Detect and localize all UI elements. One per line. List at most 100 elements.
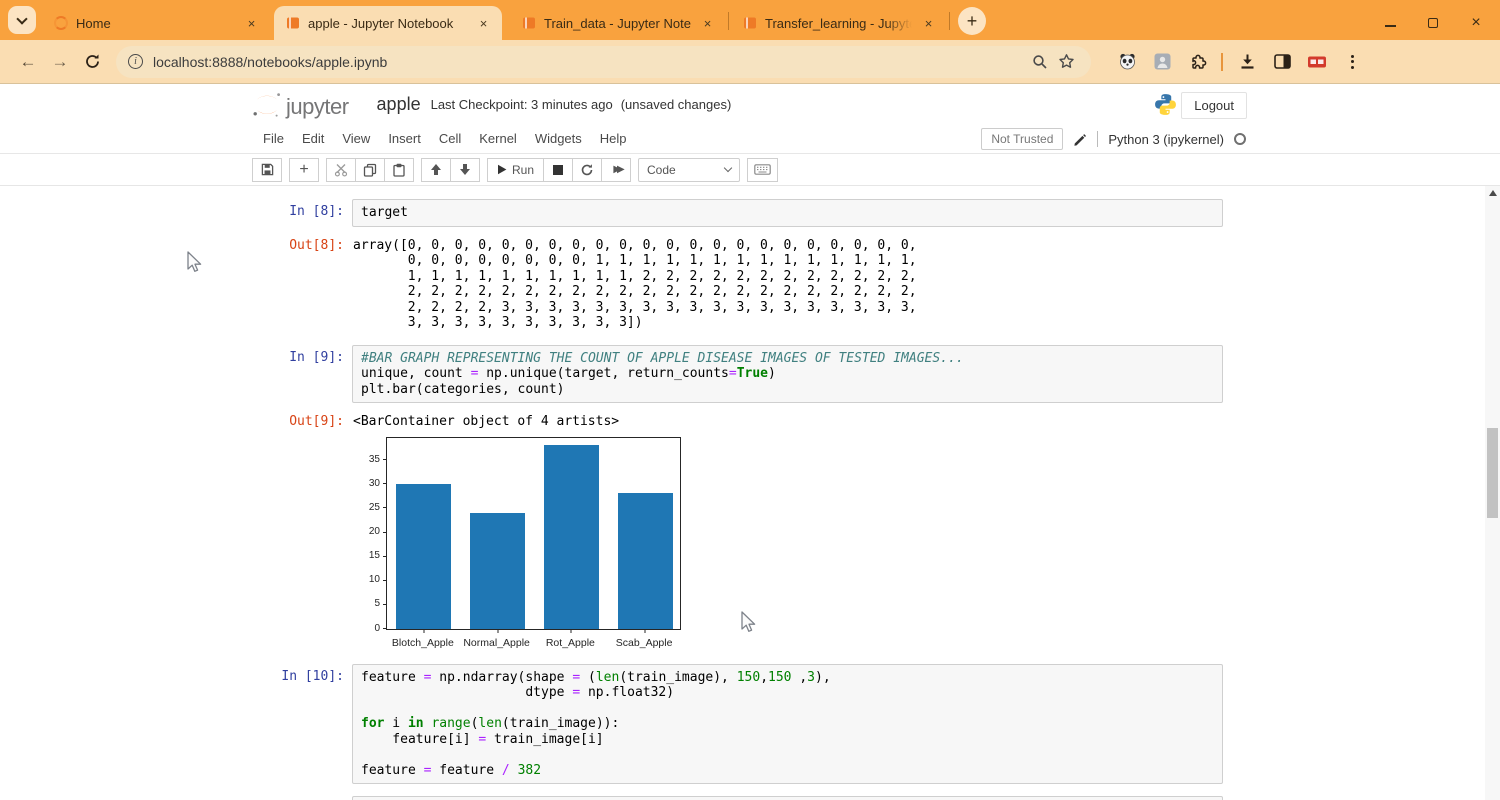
scrollbar-thumb[interactable]	[1487, 428, 1498, 518]
jupyter-favicon-icon	[54, 16, 68, 30]
side-panel-icon[interactable]	[1268, 48, 1296, 76]
notebook-toolbar: + Run ▶▶ Code	[0, 154, 1500, 186]
reload-button[interactable]	[76, 46, 108, 78]
output-text: <BarContainer object of 4 artists>	[353, 414, 620, 429]
output-text: array([0, 0, 0, 0, 0, 0, 0, 0, 0, 0, 0, …	[353, 237, 917, 331]
scrollbar[interactable]	[1485, 186, 1500, 800]
jupyter-menubar: File Edit View Insert Cell Kernel Widget…	[0, 124, 1500, 154]
stop-icon	[553, 164, 564, 175]
browser-tab-home[interactable]: Home ×	[42, 6, 270, 40]
code-input[interactable]: feature = np.ndarray(shape = (len(train_…	[352, 663, 1223, 784]
keyboard-icon	[754, 164, 771, 175]
tab-search-button[interactable]	[8, 6, 36, 34]
tab-close-icon[interactable]: ×	[475, 15, 492, 32]
python-logo-icon	[1153, 92, 1178, 117]
input-prompt: In [10]:	[281, 668, 344, 684]
back-button[interactable]: ←	[12, 46, 44, 78]
code-cell-10[interactable]: In [10]: feature = np.ndarray(shape = (l…	[252, 663, 1223, 784]
logout-button[interactable]: Logout	[1181, 92, 1247, 119]
interrupt-kernel-button[interactable]	[543, 157, 574, 182]
code-cell-11[interactable]: In [11]: feature	[252, 796, 1223, 800]
panda-extension-icon[interactable]	[1113, 48, 1141, 76]
command-palette-button[interactable]	[747, 157, 779, 182]
move-cell-up-button[interactable]	[421, 157, 451, 182]
tab-close-icon[interactable]: ×	[243, 15, 260, 32]
minimize-button[interactable]	[1383, 16, 1397, 30]
code-cell-9[interactable]: In [9]: #BAR GRAPH REPRESENTING THE COUN…	[252, 344, 1223, 403]
menu-kernel[interactable]: Kernel	[470, 125, 526, 152]
jupyter-brand-text: jupyter	[286, 93, 349, 119]
paste-cell-button[interactable]	[384, 157, 414, 182]
browser-tab-apple[interactable]: apple - Jupyter Notebook ×	[274, 6, 502, 40]
extensions-puzzle-icon[interactable]	[1183, 48, 1211, 76]
menu-help[interactable]: Help	[591, 125, 636, 152]
bar-chart-plot-area: 0 5 10 15 20 25 30 35	[369, 436, 681, 634]
chevron-down-icon	[16, 12, 28, 25]
code-input[interactable]: target	[352, 199, 1223, 227]
output-prompt: Out[8]:	[289, 237, 344, 253]
input-prompt: In [11]:	[252, 796, 352, 800]
tab-close-icon[interactable]: ×	[699, 15, 716, 32]
bookmark-star-icon[interactable]	[1053, 49, 1079, 75]
paste-icon	[393, 163, 405, 177]
address-bar[interactable]: i localhost:8888/notebooks/apple.ipynb	[116, 45, 1091, 78]
menu-widgets[interactable]: Widgets	[526, 125, 591, 152]
code-input[interactable]: #BAR GRAPH REPRESENTING THE COUNT OF APP…	[352, 344, 1223, 403]
browser-menu-kebab-icon[interactable]	[1338, 48, 1366, 76]
avatar-extension-icon[interactable]	[1148, 48, 1176, 76]
menu-view[interactable]: View	[333, 125, 379, 152]
browser-tab-transfer-learning[interactable]: Transfer_learning - Jupyter No ×	[731, 6, 947, 40]
code-input[interactable]: feature	[352, 796, 1223, 800]
menu-insert[interactable]: Insert	[379, 125, 430, 152]
edit-pencil-icon	[1074, 134, 1087, 146]
cell-type-select[interactable]: Code	[638, 157, 741, 182]
new-tab-button[interactable]: +	[958, 7, 986, 35]
copy-icon	[363, 163, 377, 177]
trust-status-button[interactable]: Not Trusted	[981, 128, 1064, 150]
menu-edit[interactable]: Edit	[293, 125, 333, 152]
checkpoint-status: Last Checkpoint: 3 minutes ago	[430, 96, 613, 112]
downloads-icon[interactable]	[1233, 48, 1261, 76]
browser-tab-train-data[interactable]: Train_data - Jupyter Notebook ×	[510, 6, 726, 40]
reload-icon	[85, 54, 99, 68]
code-cell-8[interactable]: In [8]: target	[252, 199, 1223, 227]
tab-title: Home	[76, 15, 111, 31]
output-cell-8: Out[8]: array([0, 0, 0, 0, 0, 0, 0, 0, 0…	[252, 233, 1223, 335]
restart-kernel-button[interactable]	[572, 157, 603, 182]
notebook-favicon-icon	[287, 17, 299, 29]
menu-cell[interactable]: Cell	[430, 125, 470, 152]
tab-separator	[949, 12, 950, 30]
close-window-button[interactable]: ×	[1469, 15, 1483, 31]
input-prompt: In [8]:	[289, 204, 344, 219]
run-cell-button[interactable]: Run	[487, 157, 545, 182]
save-button[interactable]	[252, 157, 282, 182]
add-cell-button[interactable]: +	[289, 157, 319, 182]
move-cell-down-button[interactable]	[450, 157, 480, 182]
tab-title: apple - Jupyter Notebook	[308, 15, 454, 31]
forward-button[interactable]: →	[44, 46, 76, 78]
notebook-title[interactable]: apple	[377, 94, 421, 115]
restore-button[interactable]	[1426, 16, 1440, 30]
tab-separator	[728, 12, 729, 30]
tab-close-icon[interactable]: ×	[920, 15, 937, 32]
scrollbar-up-arrow-icon[interactable]	[1488, 190, 1497, 196]
restart-run-all-button[interactable]: ▶▶	[601, 157, 632, 182]
tab-title: Train_data - Jupyter Notebook	[544, 15, 691, 31]
zoom-magnifier-icon[interactable]	[1027, 49, 1053, 75]
cut-icon	[334, 163, 348, 177]
toolbar-separator	[1221, 52, 1223, 71]
jupyter-logo[interactable]: jupyter	[252, 91, 349, 118]
notebook-favicon-icon	[523, 17, 535, 29]
cut-cell-button[interactable]	[326, 157, 356, 182]
notebook-scroll-area[interactable]: In [8]: target Out[8]: array([0, 0, 0, 0…	[0, 186, 1500, 800]
bar-chart-x-labels: Blotch_Apple Normal_Apple Rot_Apple Scab_Ap…	[391, 636, 673, 649]
copy-cell-button[interactable]	[355, 157, 385, 182]
extension-icons	[1113, 48, 1366, 76]
arrow-up-icon	[431, 164, 441, 175]
site-info-icon[interactable]: i	[128, 54, 143, 69]
restore-icon	[1428, 18, 1438, 28]
red-extension-icon[interactable]	[1303, 48, 1331, 76]
menu-file[interactable]: File	[254, 125, 293, 152]
input-prompt: In [9]:	[289, 349, 344, 365]
output-cell-9: Out[9]: <BarContainer object of 4 artist…	[252, 409, 1223, 430]
